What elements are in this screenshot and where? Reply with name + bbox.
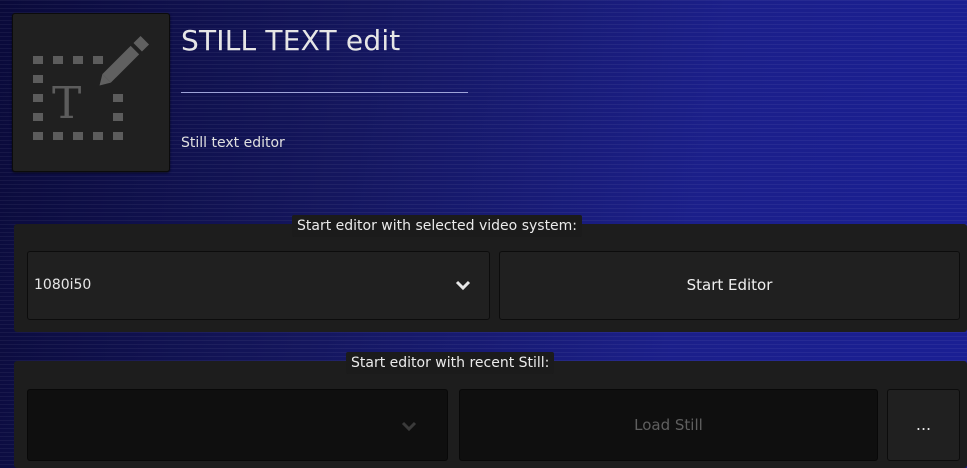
app-icon: T <box>12 13 170 172</box>
video-system-value: 1080i50 <box>34 277 92 293</box>
page-subtitle: Still text editor <box>181 135 285 151</box>
title-divider <box>181 92 468 93</box>
chevron-down-icon <box>401 421 417 432</box>
video-system-caption: Start editor with selected video system: <box>292 215 583 237</box>
recent-still-select[interactable] <box>27 389 448 461</box>
start-editor-button[interactable]: Start Editor <box>499 251 960 320</box>
svg-text:T: T <box>52 78 81 129</box>
page-title: STILL TEXT edit <box>181 24 401 57</box>
recent-still-caption: Start editor with recent Still: <box>346 352 555 374</box>
load-still-button[interactable]: Load Still <box>459 389 878 461</box>
text-edit-icon: T <box>33 35 150 140</box>
browse-button[interactable]: ... <box>887 389 960 461</box>
chevron-down-icon <box>455 280 471 291</box>
video-system-select[interactable]: 1080i50 <box>27 251 490 320</box>
